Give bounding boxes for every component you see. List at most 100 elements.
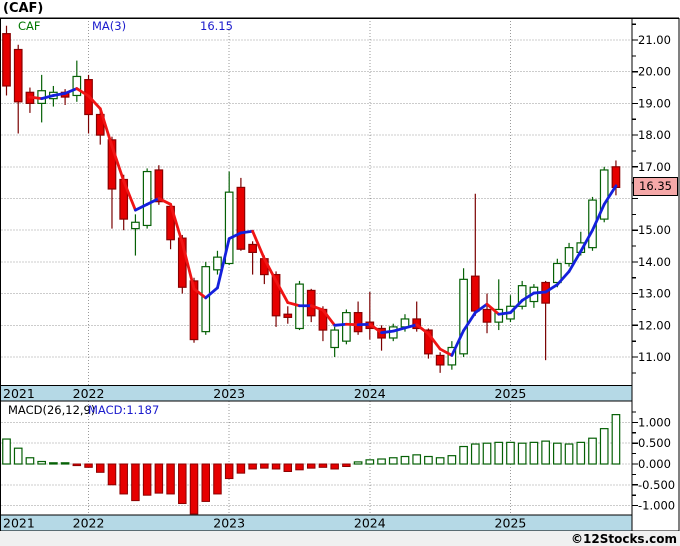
macd-bar [271,463,281,470]
macd-value-label: MACD:1.187 [88,403,160,417]
ma-line-segment [333,322,348,327]
macd-bar [72,463,82,467]
macd-bar [529,441,539,465]
macd-bar [96,463,105,473]
candle-down [611,166,621,189]
candle-down [306,289,316,317]
macd-bar [377,458,386,465]
year-label: 2024 [354,516,386,531]
macd-bar [564,443,574,465]
ma-line-segment [497,311,512,316]
copyright-label: ©12Stocks.com [571,532,677,546]
macd-bar [189,463,199,515]
candle-up [131,221,140,230]
macd-bar [318,463,328,468]
macd-bar [13,447,23,465]
macd-bar [330,463,339,470]
year-label: 2022 [73,516,105,531]
ma-line-segment [415,323,430,336]
macd-bar [400,455,410,465]
candle-up [142,170,152,227]
macd-axis-label: 0.500 [638,436,671,450]
candle-down [236,186,246,250]
macd-bar [236,463,246,474]
price-axis-label: 15.00 [638,223,671,237]
candle-down [2,33,11,87]
year-label: 2023 [213,386,245,401]
macd-bar [611,414,621,465]
macd-bar [435,457,445,465]
macd-bar [60,462,70,465]
macd-bar [201,463,210,502]
candle-down [283,313,293,318]
legend-ma-value: 16.15 [200,19,233,33]
ma-line-segment [239,229,255,235]
price-axis-label: 12.00 [638,318,671,332]
macd-bar [599,428,609,465]
stock-chart-widget: 2021 2022 2023 2024 2025 2021 2022 2023 2024 2025… [0,0,680,546]
candle-up [213,256,222,271]
candle-up [459,278,468,355]
candle-up [72,75,82,97]
macd-bar [260,463,269,469]
macd-axis-label: 0.000 [638,457,671,471]
macd-bar [494,441,504,465]
macd-bar [131,463,140,502]
year-label: 2024 [354,386,386,401]
ma-line-segment [344,322,360,327]
macd-bar [459,445,468,465]
legend-ma-label: MA(3) [92,19,127,33]
legend-symbol: CAF [18,19,41,33]
macd-bar [541,440,550,465]
macd-bar [306,463,316,469]
macd-bar [482,442,492,465]
macd-bar [213,463,222,495]
macd-bar [119,463,128,495]
candle-up [330,329,340,349]
macd-bar [552,442,562,465]
page-title: (CAF) [3,1,44,16]
macd-bar [365,459,375,465]
macd-bar [517,442,527,465]
ma-line-segment [28,95,44,101]
macd-bar [447,455,457,465]
year-label: 2021 [3,516,35,531]
macd-bar [37,460,47,465]
macd-bar [506,441,515,465]
candle-down [154,169,164,203]
macd-bar [424,455,433,465]
macd-bar [388,457,398,465]
macd-axis-label: -0.500 [638,478,675,492]
year-label: 2021 [3,386,35,401]
macd-bar [2,438,11,465]
macd-bar [295,463,304,471]
macd-bar [588,437,597,465]
macd-bar [25,457,35,465]
candle-up [564,247,574,265]
macd-bar [142,463,152,496]
macd-bar [576,441,586,465]
macd-bar [283,463,293,472]
year-label: 2023 [213,516,245,531]
candle-down [482,308,492,323]
ma-line-segment [380,329,395,335]
macd-params-label: MACD(26,12,9) [8,403,96,417]
macd-bar [49,462,58,465]
candle-down [13,48,23,103]
price-axis-label: 19.00 [638,96,671,110]
price-axis-label: 21.00 [638,33,671,47]
current-price-tag: 16.35 [633,177,678,196]
price-axis-label: 20.00 [638,65,671,79]
price-axis-label: 18.00 [638,128,671,142]
macd-bar [84,463,93,468]
price-axis-label: 13.00 [638,287,671,301]
year-label: 2022 [73,386,105,401]
ma-line-segment [356,322,372,327]
macd-bar [353,461,363,465]
macd-bar [154,463,164,494]
candle-down [470,275,480,312]
macd-bar [470,443,480,465]
price-axis-label: 11.00 [638,350,671,364]
macd-axis-label: 1.000 [638,415,671,429]
macd-bar [224,463,234,480]
